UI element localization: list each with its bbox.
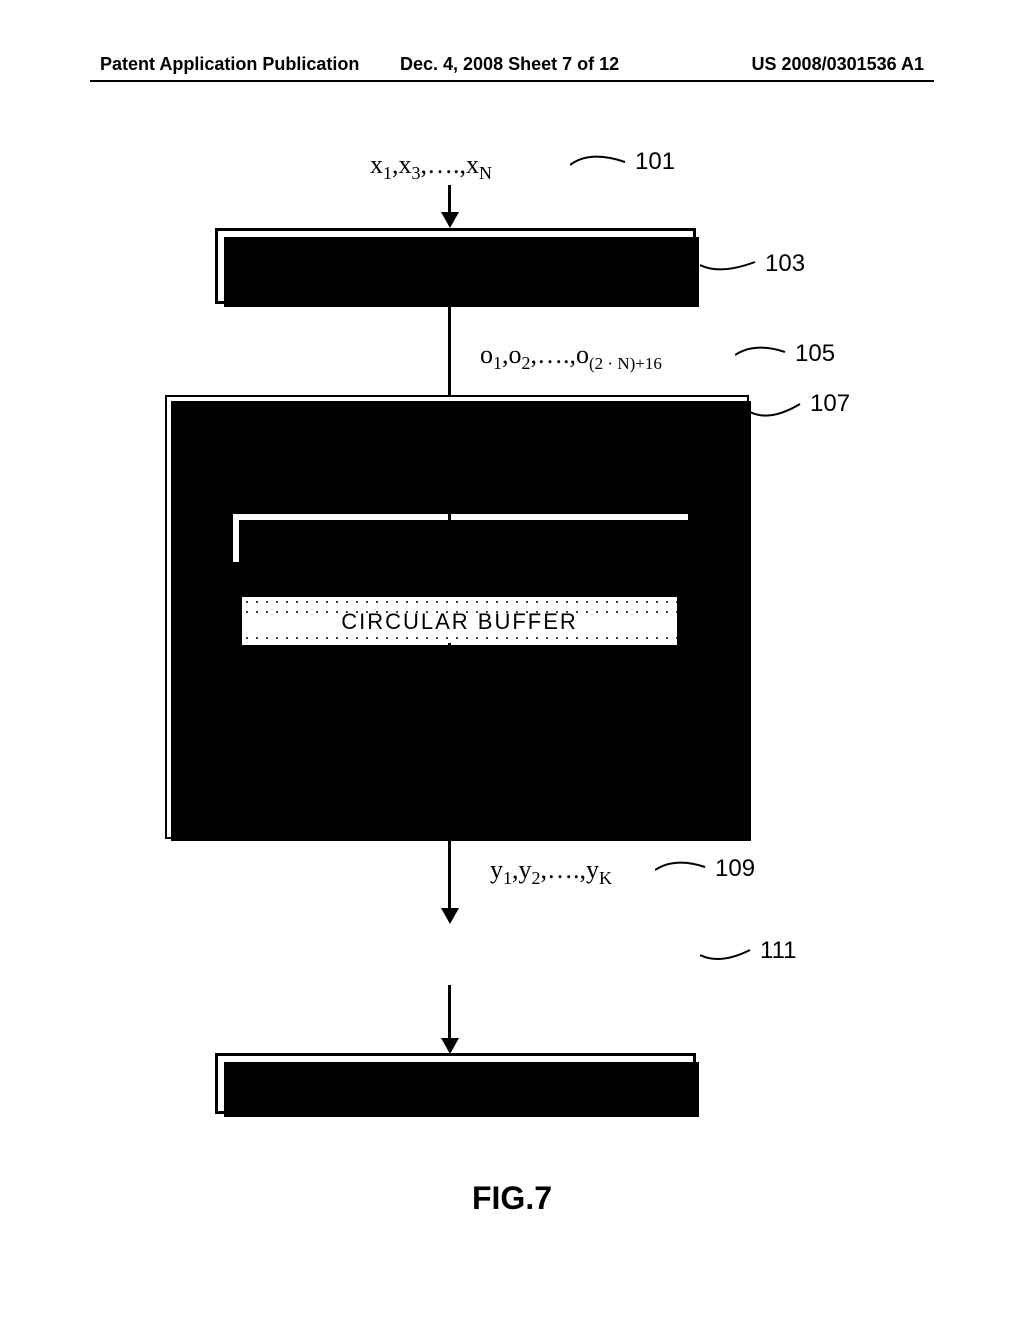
sequence-y-inner: y1,y2,….,y(2 · N)+16 [480,515,662,549]
leader-103 [700,250,760,280]
box-705-label: CIRCULAR BUFFER [242,609,677,635]
ref-701: 701 [635,408,675,436]
arrowhead-3 [441,580,459,596]
tcb-label-1: TRANSMITTED CONTROL [198,648,463,671]
arrowhead-1 [441,212,459,228]
leader-111 [700,940,755,970]
leader-109 [655,855,710,885]
tcb-label-2: BITS [295,685,343,708]
leader-701 [570,410,640,440]
patent-page: Patent Application Publication Dec. 4, 2… [0,0,1024,1320]
figure-caption: FIG.7 [0,1180,1024,1217]
ref-105: 105 [795,340,835,368]
ref-703: 703 [295,538,335,566]
sequence-o: o1,o2,….,o(2 · N)+16 [480,340,662,374]
input-sequence-x: x1,x3,….,xN [370,150,492,184]
box-111-channel-interleaving: CHANNEL INTERLEAVING [215,1053,696,1114]
leader-101 [570,150,630,180]
leader-105 [735,340,790,370]
header-rule [90,80,934,82]
ref-101: 101 [635,148,675,176]
arrowhead-4 [441,908,459,924]
header-right: US 2008/0301536 A1 [752,54,924,75]
tcb-arrow-line [194,675,446,678]
box-103-line1: 1/2 RATE CONVOLUTIONAL CODING [250,240,660,266]
ref-109: 109 [715,855,755,883]
header-middle: Dec. 4, 2008 Sheet 7 of 12 [400,54,619,75]
arrow-5 [448,985,451,1040]
header-left: Patent Application Publication [100,54,359,75]
flowchart: x1,x3,….,xN 101 1/2 RATE CONVOLUTIONAL C… [180,140,840,1180]
box-103-line2: WITH TAIL BITS [368,266,543,292]
arrowhead-5 [441,1038,459,1054]
repetition-label: REPETITION CASE [490,765,703,791]
arrow-4 [448,835,451,910]
sequence-y-out: y1,y2,….,yK [490,855,612,889]
box-111-label: CHANNEL INTERLEAVING [310,1071,600,1097]
leader-107 [750,394,805,424]
repetition-arrowhead [174,608,190,623]
ref-111: 111 [760,937,796,965]
box-103-convolutional-coding: 1/2 RATE CONVOLUTIONAL CODING WITH TAIL … [215,228,696,304]
ref-103: 103 [765,250,805,278]
box-705-circular-buffer: CIRCULAR BUFFER [240,595,679,647]
ref-705: 705 [668,553,708,581]
ref-107: 107 [810,390,850,418]
arrow-1 [448,185,451,215]
arrow-3 [448,488,451,583]
